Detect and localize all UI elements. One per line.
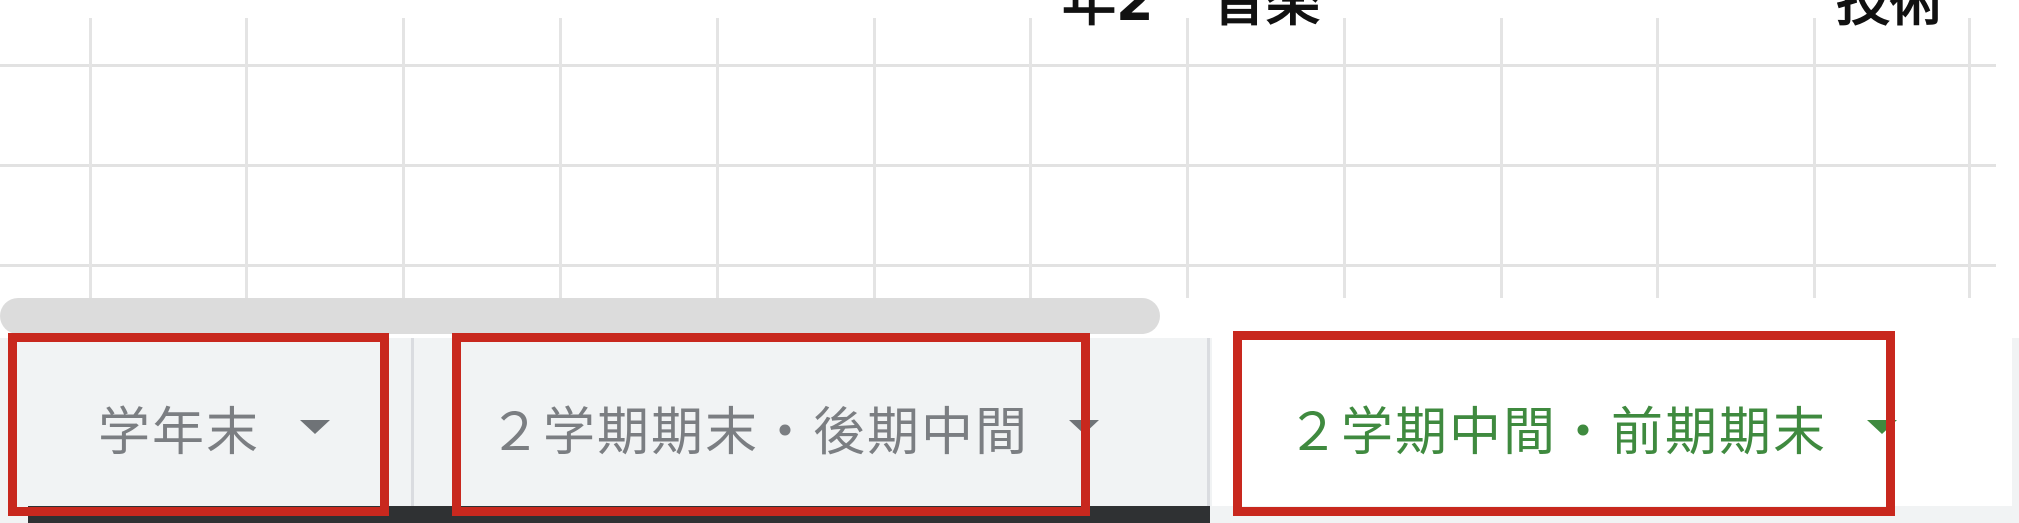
sheet-tab-gakunenmatsu[interactable]: 学年末: [28, 338, 400, 516]
row-divider: [0, 164, 1996, 167]
caret-down-icon[interactable]: [300, 420, 331, 434]
sheet-tab-label: ２学期中間・前期期末: [1287, 402, 1828, 463]
column-divider: [1813, 18, 1816, 298]
column-divider: [1343, 18, 1346, 298]
spreadsheet-view: 年2 音楽 技術 学年末 ２学期期末・後期中間 ２学期中間・前期期末: [0, 0, 2019, 523]
header-cell-text: 年2: [1062, 0, 1154, 33]
bottom-edge-segment: [0, 506, 28, 523]
column-divider: [1656, 18, 1659, 298]
horizontal-scrollbar[interactable]: [0, 298, 1160, 334]
column-divider: [245, 18, 248, 298]
column-divider: [1029, 18, 1032, 298]
sheet-tab-bar: 学年末 ２学期期末・後期中間 ２学期中間・前期期末: [0, 338, 2019, 523]
column-divider: [1500, 18, 1503, 298]
row-divider: [0, 264, 1996, 267]
row-divider: [0, 64, 1996, 67]
caret-down-icon[interactable]: [1867, 420, 1898, 434]
sheet-tab-2gakki-chukan[interactable]: ２学期中間・前期期末: [1212, 338, 2012, 516]
column-divider: [89, 18, 92, 298]
header-cell-text: 音楽: [1212, 0, 1320, 33]
column-divider: [559, 18, 562, 298]
sheet-tab-label: 学年末: [98, 402, 261, 463]
tab-separator: [1207, 338, 1210, 516]
column-divider: [1968, 18, 1971, 298]
column-divider: [873, 18, 876, 298]
bottom-edge-segment: [1210, 506, 2019, 523]
sheet-tab-label: ２学期期末・後期中間: [489, 402, 1030, 463]
cell-grid[interactable]: 年2 音楽 技術: [0, 0, 2019, 300]
column-divider: [1186, 18, 1189, 298]
header-cell-text: 技術: [1836, 0, 1944, 33]
bottom-edge: [0, 506, 2019, 523]
sheet-tab-2gakki-kimatsu[interactable]: ２学期期末・後期中間: [414, 338, 1204, 516]
column-divider: [402, 18, 405, 298]
column-divider: [716, 18, 719, 298]
caret-down-icon[interactable]: [1069, 420, 1100, 434]
